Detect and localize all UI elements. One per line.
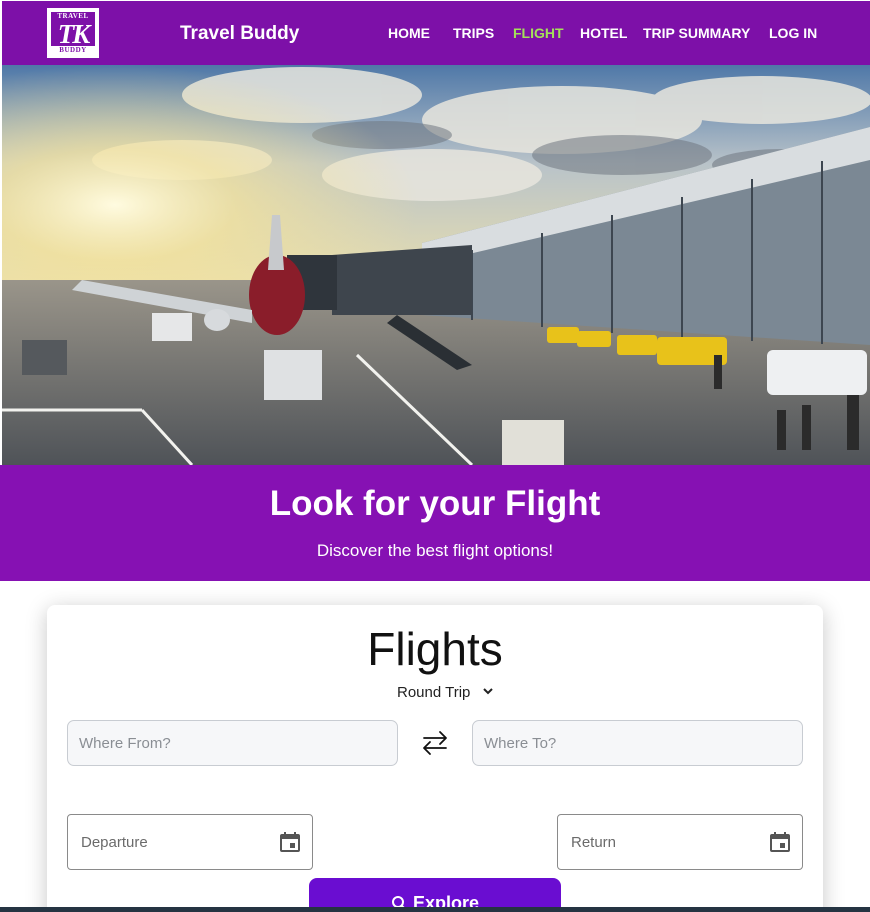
banner-title: Look for your Flight <box>269 484 601 523</box>
nav-link-hotel[interactable]: HOTEL <box>580 25 627 41</box>
origin-input[interactable] <box>67 720 398 766</box>
nav-link-flight[interactable]: FLIGHT <box>513 25 564 41</box>
chevron-down-icon <box>482 684 493 702</box>
nav-link-trip-summary[interactable]: TRIP SUMMARY <box>643 25 750 41</box>
logo-bottom-text: BUDDY <box>51 46 95 54</box>
swap-arrows-icon[interactable] <box>420 729 450 757</box>
card-title: Flights <box>367 623 503 675</box>
logo-mark: TK <box>57 19 91 49</box>
trip-type-value: Round Trip <box>397 684 471 701</box>
bottom-edge-bar <box>0 907 870 912</box>
departure-date-field[interactable]: Departure <box>67 814 313 870</box>
calendar-icon[interactable] <box>769 831 791 853</box>
airport-scene-illustration <box>2 65 870 465</box>
departure-label: Departure <box>81 834 148 851</box>
flight-banner: Look for your Flight Discover the best f… <box>0 465 870 581</box>
brand-name[interactable]: Travel Buddy <box>180 22 299 46</box>
return-label: Return <box>571 834 617 851</box>
logo-badge: TRAVEL TK BUDDY <box>51 12 95 54</box>
flight-search-card: Flights Round Trip Departure Return <box>47 605 823 912</box>
return-date-field[interactable]: Return <box>557 814 803 870</box>
destination-input[interactable] <box>472 720 803 766</box>
hero-image <box>2 65 870 465</box>
nav-link-log-in[interactable]: LOG IN <box>769 25 817 41</box>
nav-link-home[interactable]: HOME <box>388 25 430 41</box>
top-navbar: TRAVEL TK BUDDY Travel Buddy HOME TRIPS … <box>2 1 870 65</box>
calendar-icon[interactable] <box>279 831 301 853</box>
trip-type-select[interactable]: Round Trip <box>397 684 493 702</box>
travel-buddy-logo[interactable]: TRAVEL TK BUDDY <box>47 8 99 58</box>
nav-link-trips[interactable]: TRIPS <box>453 25 494 41</box>
banner-subtitle: Discover the best flight options! <box>316 541 554 560</box>
